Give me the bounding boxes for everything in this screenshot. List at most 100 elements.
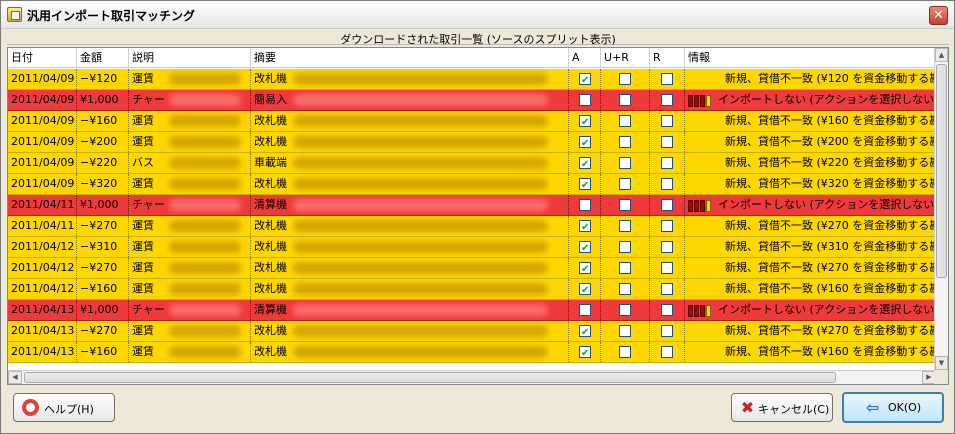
checkbox-ur[interactable]	[619, 178, 631, 190]
checkbox-r[interactable]	[661, 94, 673, 106]
cell-amount-text: −¥120	[80, 72, 118, 85]
cell-memo-text: 清算機	[254, 198, 287, 211]
vertical-scroll-thumb[interactable]	[936, 64, 947, 278]
table-row[interactable]: 2011/04/13 −¥160 運賃 改札機 新規、貸借不一致 (¥160 を資金移動…	[8, 342, 936, 363]
table-row[interactable]: 2011/04/13 −¥270 運賃 改札機 新規、貸借不一致 (¥270 を資金移動…	[8, 321, 936, 342]
table-row[interactable]: 2011/04/11 ¥1,000 チャー 清算機 インポートしない (アクションを選択…	[8, 195, 936, 216]
redacted-text	[293, 73, 548, 85]
redacted-text	[293, 136, 548, 148]
checkbox-ur[interactable]	[619, 283, 631, 295]
checkbox-ur[interactable]	[619, 115, 631, 127]
cell-date-text: 2011/04/09	[11, 177, 75, 190]
table-row[interactable]: 2011/04/13 ¥1,000 チャー 清算機 インポートしない (アクションを選択…	[8, 300, 936, 321]
checkbox-a[interactable]	[579, 155, 591, 173]
column-header-r[interactable]: R	[650, 48, 685, 68]
checkbox-a[interactable]	[579, 71, 591, 89]
cancel-button[interactable]: ✖ キャンセル(C)	[731, 393, 833, 422]
checkbox-a[interactable]	[579, 176, 591, 194]
checkbox-a[interactable]	[579, 344, 591, 362]
cell-memo-text: 改札機	[254, 324, 287, 337]
column-header-description[interactable]: 説明	[129, 48, 251, 68]
checkbox-r[interactable]	[661, 304, 673, 316]
column-header-info[interactable]: 情報	[685, 48, 936, 68]
checkbox-ur[interactable]	[619, 73, 631, 85]
checkbox-r[interactable]	[661, 220, 673, 232]
checkbox-ur[interactable]	[619, 346, 631, 358]
checkbox-r[interactable]	[661, 262, 673, 274]
table-row[interactable]: 2011/04/09 −¥200 運賃 改札機 新規、貸借不一致 (¥200 を資金移動…	[8, 132, 936, 153]
cell-ur	[601, 69, 650, 89]
checkbox-ur[interactable]	[619, 220, 631, 232]
checkbox-ur[interactable]	[619, 241, 631, 253]
redacted-text	[293, 325, 548, 337]
help-button[interactable]: ヘルプ(H)	[13, 393, 115, 422]
cell-date-text: 2011/04/09	[11, 135, 75, 148]
checkbox-r[interactable]	[661, 115, 673, 127]
checkbox-r[interactable]	[661, 346, 673, 358]
checkbox-ur[interactable]	[619, 325, 631, 337]
cell-ur	[601, 132, 650, 152]
scroll-left-icon[interactable]: ◀	[8, 371, 22, 384]
cell-r	[650, 174, 685, 194]
checkbox-r[interactable]	[661, 178, 673, 190]
horizontal-scrollbar[interactable]: ◀ ▶	[8, 370, 936, 384]
checkbox-r[interactable]	[661, 199, 673, 211]
scroll-up-icon[interactable]: ▲	[935, 48, 948, 62]
table-row[interactable]: 2011/04/09 −¥160 運賃 改札機 新規、貸借不一致 (¥160 を資金移動…	[8, 111, 936, 132]
redacted-text	[169, 346, 241, 358]
vertical-scrollbar[interactable]: ▲ ▼	[934, 48, 948, 370]
scroll-down-icon[interactable]: ▼	[935, 356, 948, 370]
checkbox-a[interactable]	[579, 113, 591, 131]
cell-memo: 改札機	[251, 132, 569, 152]
table-row[interactable]: 2011/04/11 −¥270 運賃 改札機 新規、貸借不一致 (¥270 を資金移動…	[8, 216, 936, 237]
checkbox-a[interactable]	[579, 94, 591, 106]
checkbox-r[interactable]	[661, 73, 673, 85]
checkbox-r[interactable]	[661, 325, 673, 337]
cell-memo-text: 改札機	[254, 240, 287, 253]
table-row[interactable]: 2011/04/09 ¥1,000 チャー 簡易入 インポートしない (アクションを選択…	[8, 90, 936, 111]
checkbox-a[interactable]	[579, 260, 591, 278]
list-caption: ダウンロードされた取引一覧 (ソースのスプリット表示)	[7, 31, 949, 46]
checkbox-r[interactable]	[661, 283, 673, 295]
table-row[interactable]: 2011/04/12 −¥270 運賃 改札機 新規、貸借不一致 (¥270 を資金移動…	[8, 258, 936, 279]
checkbox-ur[interactable]	[619, 262, 631, 274]
column-header-memo[interactable]: 摘要	[251, 48, 569, 68]
checkbox-a[interactable]	[579, 304, 591, 316]
table-row[interactable]: 2011/04/09 −¥320 運賃 改札機 新規、貸借不一致 (¥320 を資金移動…	[8, 174, 936, 195]
checkbox-a[interactable]	[579, 199, 591, 211]
checkbox-a[interactable]	[579, 134, 591, 152]
cell-desc-text: チャー	[132, 198, 165, 211]
checkbox-ur[interactable]	[619, 94, 631, 106]
cell-ur	[601, 258, 650, 278]
checkbox-a[interactable]	[579, 239, 591, 257]
column-header-amount[interactable]: 金額	[77, 48, 129, 68]
checkbox-r[interactable]	[661, 241, 673, 253]
ok-button[interactable]: ⇦ OK(O)	[842, 392, 944, 423]
checkbox-r[interactable]	[661, 136, 673, 148]
column-header-date[interactable]: 日付	[8, 48, 77, 68]
checkbox-ur[interactable]	[619, 304, 631, 316]
cell-desc: チャー	[129, 300, 251, 320]
table-row[interactable]: 2011/04/09 −¥120 運賃 改札機 新規、貸借不一致 (¥120 を資金移動…	[8, 69, 936, 90]
cell-amount: −¥270	[77, 258, 129, 278]
checkbox-ur[interactable]	[619, 199, 631, 211]
redacted-text	[293, 262, 548, 274]
checkbox-a[interactable]	[579, 323, 591, 341]
cell-info-text: 新規、貸借不一致 (¥120 を資金移動する勘	[725, 72, 936, 85]
window-title: 汎用インポート取引マッチング	[27, 9, 196, 23]
column-header-ur[interactable]: U+R	[601, 48, 650, 68]
horizontal-scroll-thumb[interactable]	[24, 372, 836, 383]
checkbox-r[interactable]	[661, 157, 673, 169]
close-button[interactable]: ✕	[929, 6, 948, 25]
checkbox-a[interactable]	[579, 218, 591, 236]
checkbox-ur[interactable]	[619, 136, 631, 148]
cell-a	[569, 321, 601, 341]
redacted-text	[169, 136, 241, 148]
column-header-a[interactable]: A	[569, 48, 601, 68]
table-row[interactable]: 2011/04/12 −¥160 運賃 改札機 新規、貸借不一致 (¥160 を資金移動…	[8, 279, 936, 300]
cell-info: 新規、貸借不一致 (¥220 を資金移動する勘	[685, 153, 936, 173]
checkbox-ur[interactable]	[619, 157, 631, 169]
table-row[interactable]: 2011/04/09 −¥220 バス 車載端 新規、貸借不一致 (¥220 を資金移動…	[8, 153, 936, 174]
table-row[interactable]: 2011/04/12 −¥310 運賃 改札機 新規、貸借不一致 (¥310 を資金移動…	[8, 237, 936, 258]
checkbox-a[interactable]	[579, 281, 591, 299]
